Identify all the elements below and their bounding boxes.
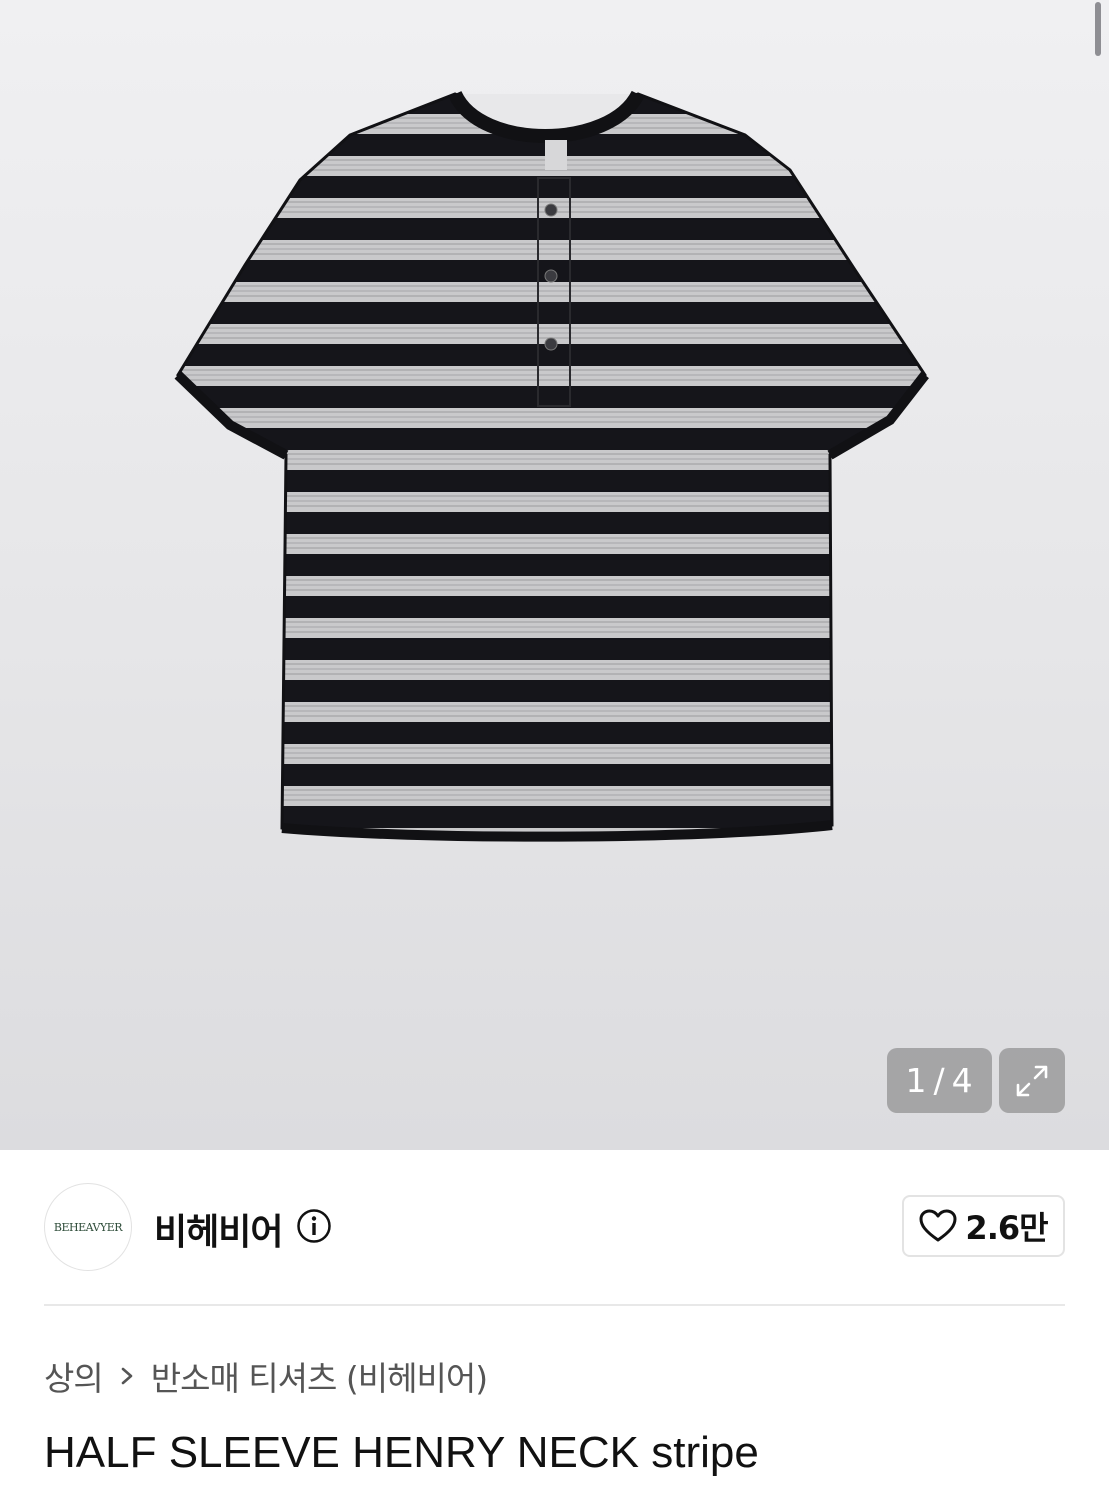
like-button[interactable]: 2.6만 (902, 1195, 1065, 1257)
breadcrumb-category[interactable]: 상의 (44, 1352, 104, 1400)
breadcrumb: 상의 반소매 티셔츠 (비헤비어) (44, 1352, 488, 1400)
info-icon[interactable] (296, 1208, 332, 1244)
product-image[interactable] (0, 0, 1109, 1150)
heart-icon (919, 1209, 957, 1242)
brand-logo-text: BEHEAVYER (53, 1220, 123, 1234)
image-counter: 1 / 4 (887, 1048, 992, 1113)
brand-name[interactable]: 비헤비어 (154, 1203, 283, 1255)
expand-icon (1016, 1065, 1048, 1096)
like-count: 2.6만 (965, 1209, 1048, 1247)
chevron-right-icon (119, 1364, 135, 1388)
current-image-index: 1 (905, 1061, 928, 1100)
counter-separator: / (933, 1061, 946, 1100)
divider (44, 1304, 1065, 1306)
brand-row: BEHEAVYER 비헤비어 2.6만 (44, 1183, 1065, 1271)
product-image-gallery[interactable]: 1 / 4 (0, 0, 1109, 1150)
total-image-count: 4 (951, 1061, 974, 1100)
product-title: HALF SLEEVE HENRY NECK stripe (44, 1428, 759, 1477)
brand-logo[interactable]: BEHEAVYER (44, 1183, 132, 1271)
expand-image-button[interactable] (999, 1048, 1065, 1113)
breadcrumb-subcategory[interactable]: 반소매 티셔츠 (비헤비어) (151, 1352, 488, 1400)
